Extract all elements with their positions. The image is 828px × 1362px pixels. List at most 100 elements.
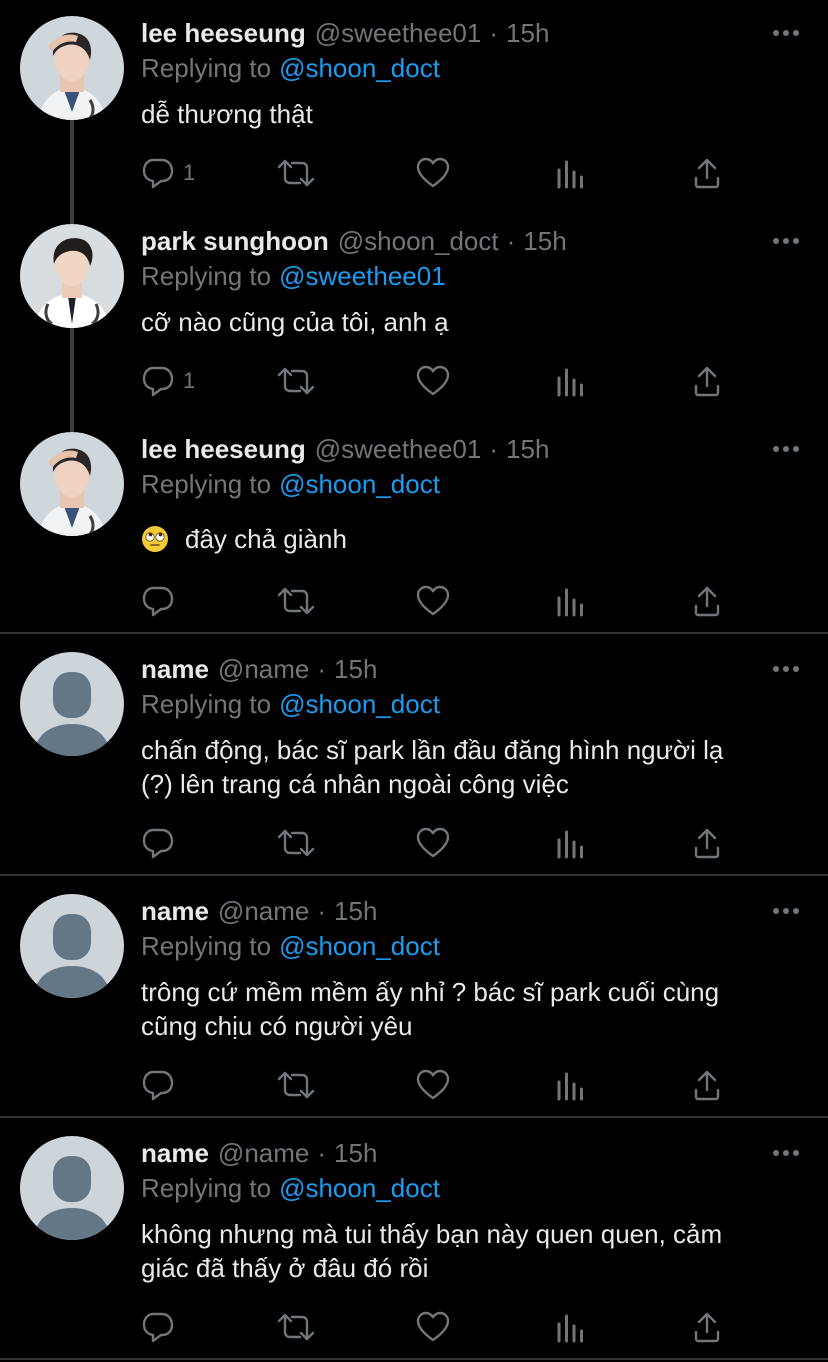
share-button[interactable] (692, 361, 722, 401)
display-name[interactable]: name (141, 1136, 209, 1170)
separator-dot: · (317, 654, 327, 684)
avatar[interactable] (20, 894, 124, 998)
handle[interactable]: @name (218, 1136, 309, 1170)
views-button[interactable] (555, 581, 587, 621)
action-bar (0, 1065, 828, 1105)
tweet[interactable]: lee heeseung @sweethee01 · 15h Replying … (0, 432, 828, 632)
views-button[interactable] (555, 361, 587, 401)
tweet-text-line: trông cứ mềm mềm ấy nhỉ ? bác sĩ park cu… (141, 977, 720, 1007)
tweet[interactable]: park sunghoon @shoon_doct · 15h Replying… (0, 224, 828, 432)
replying-label: Replying to (141, 1173, 272, 1203)
retweet-button[interactable] (276, 153, 316, 193)
avatar[interactable] (20, 652, 124, 756)
views-button[interactable] (555, 1065, 587, 1105)
reply-button[interactable] (141, 1065, 183, 1105)
views-icon (557, 368, 583, 397)
heart-icon (416, 1069, 450, 1100)
tweet-text-line: (?) lên trang cá nhân ngoài công việc (141, 769, 569, 799)
like-button[interactable] (415, 361, 451, 401)
handle[interactable]: @name (218, 894, 309, 928)
share-button[interactable] (692, 823, 722, 863)
display-name[interactable]: lee heeseung (141, 432, 306, 466)
tweet-header: lee heeseung @sweethee01 · 15h (141, 16, 549, 50)
mention-link[interactable]: @shoon_doct (279, 931, 440, 961)
avatar[interactable] (20, 1136, 124, 1240)
reply-button[interactable]: 1 (141, 361, 195, 401)
views-button[interactable] (555, 153, 587, 193)
timestamp[interactable]: 15h (334, 894, 377, 928)
display-name[interactable]: name (141, 652, 209, 686)
display-name[interactable]: lee heeseung (141, 16, 306, 50)
tweet[interactable]: name @name · 15h Replying to @shoon_doct … (0, 652, 828, 872)
replying-label: Replying to (141, 53, 272, 83)
views-button[interactable] (555, 823, 587, 863)
display-name[interactable]: park sunghoon (141, 224, 329, 258)
reply-count: 1 (183, 160, 196, 185)
tweet-text-line: không nhưng mà tui thấy bạn này quen que… (141, 1219, 723, 1249)
retweet-button[interactable] (276, 823, 316, 863)
action-bar (0, 1307, 828, 1347)
reply-button[interactable]: 1 (141, 153, 195, 193)
tweet-text: trông cứ mềm mềm ấy nhỉ ? bác sĩ park cu… (141, 975, 811, 1043)
tweet[interactable]: name @name · 15h Replying to @shoon_doct … (0, 894, 828, 1114)
default-avatar-icon (20, 652, 124, 756)
views-button[interactable] (555, 1307, 587, 1347)
handle[interactable]: @sweethee01 (315, 432, 482, 466)
like-button[interactable] (415, 1307, 451, 1347)
default-avatar-icon (20, 1136, 124, 1240)
retweet-button[interactable] (276, 361, 316, 401)
mention-link[interactable]: @shoon_doct (279, 689, 440, 719)
tweet-header: park sunghoon @shoon_doct · 15h (141, 224, 567, 258)
separator-dot: · (317, 896, 327, 926)
share-button[interactable] (692, 1307, 722, 1347)
like-button[interactable] (415, 823, 451, 863)
mention-link[interactable]: @shoon_doct (279, 53, 440, 83)
more-icon[interactable] (772, 900, 800, 922)
default-avatar-icon (20, 894, 124, 998)
reply-button[interactable] (141, 823, 183, 863)
separator-dot: · (489, 18, 499, 48)
avatar[interactable] (20, 16, 124, 120)
retweet-button[interactable] (276, 581, 316, 621)
mention-link[interactable]: @sweethee01 (279, 261, 446, 291)
timestamp[interactable]: 15h (506, 432, 549, 466)
timestamp[interactable]: 15h (523, 224, 566, 258)
more-icon[interactable] (772, 1142, 800, 1164)
handle[interactable]: @name (218, 652, 309, 686)
views-icon (557, 1072, 583, 1101)
replying-to: Replying to @shoon_doct (141, 929, 440, 963)
more-icon[interactable] (772, 22, 800, 44)
handle[interactable]: @shoon_doct (338, 224, 499, 258)
more-icon[interactable] (772, 230, 800, 252)
retweet-button[interactable] (276, 1307, 316, 1347)
share-icon (694, 828, 720, 859)
avatar[interactable] (20, 224, 124, 328)
share-icon (694, 1312, 720, 1343)
mention-link[interactable]: @shoon_doct (279, 1173, 440, 1203)
share-button[interactable] (692, 1065, 722, 1105)
reply-button[interactable] (141, 1307, 183, 1347)
share-button[interactable] (692, 153, 722, 193)
separator-dot: · (489, 434, 499, 464)
more-icon[interactable] (772, 658, 800, 680)
mention-link[interactable]: @shoon_doct (279, 469, 440, 499)
like-button[interactable] (415, 581, 451, 621)
more-icon[interactable] (772, 438, 800, 460)
timestamp[interactable]: 15h (334, 1136, 377, 1170)
share-icon (694, 586, 720, 617)
display-name[interactable]: name (141, 894, 209, 928)
tweet[interactable]: lee heeseung @sweethee01 · 15h Replying … (0, 16, 828, 224)
avatar[interactable] (20, 432, 124, 536)
tweet[interactable]: name @name · 15h Replying to @shoon_doct … (0, 1136, 828, 1356)
reply-button[interactable] (141, 581, 183, 621)
like-button[interactable] (415, 1065, 451, 1105)
timestamp[interactable]: 15h (506, 16, 549, 50)
tweet-text: dễ thương thật (141, 97, 811, 131)
like-button[interactable] (415, 153, 451, 193)
retweet-button[interactable] (276, 1065, 316, 1105)
action-bar: 1 (0, 361, 828, 401)
share-button[interactable] (692, 581, 722, 621)
timestamp[interactable]: 15h (334, 652, 377, 686)
separator-dot: · (506, 226, 516, 256)
handle[interactable]: @sweethee01 (315, 16, 482, 50)
